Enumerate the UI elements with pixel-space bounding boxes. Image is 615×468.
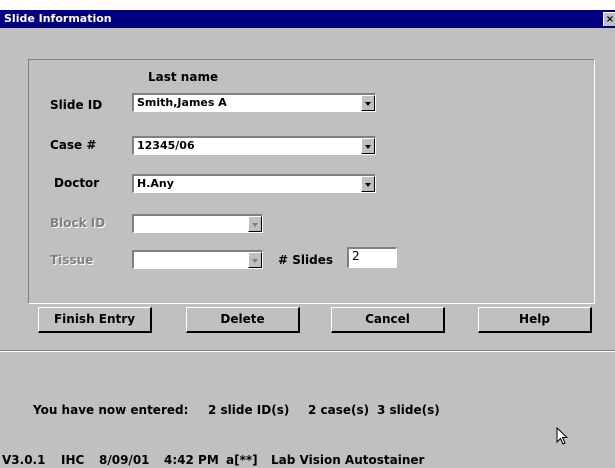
title-bar: Slide Information ×: [0, 10, 615, 28]
summary-slide-ids: 2 slide ID(s): [208, 403, 290, 417]
tissue-combo[interactable]: [132, 250, 263, 269]
num-slides-value: 2: [352, 249, 360, 263]
status-date: 8/09/01: [99, 453, 150, 467]
last-name-header: Last name: [148, 70, 219, 84]
status-product: Lab Vision Autostainer: [271, 453, 425, 467]
chevron-down-icon[interactable]: [248, 252, 262, 268]
slide-information-window: Slide Information × Last name Slide ID S…: [0, 10, 615, 468]
finish-entry-button[interactable]: Finish Entry: [38, 307, 152, 333]
block-id-combo[interactable]: [132, 214, 263, 233]
status-time: 4:42 PM: [164, 453, 219, 467]
doctor-value: H.Any: [137, 177, 174, 190]
window-title: Slide Information: [4, 12, 112, 25]
cancel-button[interactable]: Cancel: [331, 307, 445, 333]
case-label: Case #: [50, 138, 97, 152]
num-slides-input[interactable]: 2: [347, 247, 397, 268]
chevron-down-icon[interactable]: [361, 95, 375, 111]
chevron-down-icon[interactable]: [361, 176, 375, 192]
slide-id-combo[interactable]: Smith,James A: [132, 93, 376, 112]
mouse-pointer-icon: [556, 427, 569, 445]
case-combo[interactable]: 12345/06: [132, 136, 376, 155]
chevron-down-icon[interactable]: [248, 216, 262, 232]
status-mode: IHC: [61, 453, 85, 467]
slide-id-label: Slide ID: [50, 98, 103, 112]
doctor-label: Doctor: [54, 176, 100, 190]
doctor-combo[interactable]: H.Any: [132, 174, 376, 193]
block-id-label: Block ID: [50, 216, 106, 230]
help-button[interactable]: Help: [478, 307, 592, 333]
status-user: a[**]: [226, 453, 258, 467]
tissue-label: Tissue: [50, 253, 94, 267]
summary-slides: 3 slide(s): [377, 403, 440, 417]
divider: [0, 351, 615, 352]
status-version: V3.0.1: [2, 453, 46, 467]
chevron-down-icon[interactable]: [361, 138, 375, 154]
delete-button[interactable]: Delete: [186, 307, 300, 333]
slide-id-value: Smith,James A: [137, 96, 227, 109]
entry-group-box: Last name Slide ID Smith,James A Case # …: [28, 59, 595, 304]
num-slides-label: # Slides: [278, 253, 333, 267]
summary-cases: 2 case(s): [308, 403, 370, 417]
case-value: 12345/06: [137, 139, 195, 152]
summary-prefix: You have now entered:: [33, 403, 189, 417]
close-icon[interactable]: ×: [603, 12, 615, 26]
